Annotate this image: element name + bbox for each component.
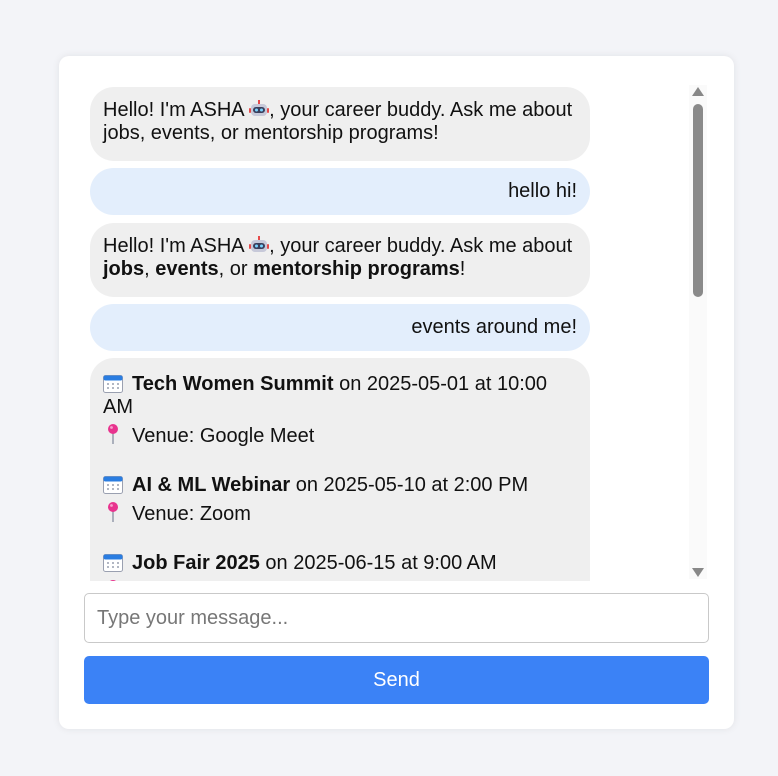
message-text: , [144,258,156,280]
calendar-icon [103,554,123,572]
message-text: events around me! [411,316,577,338]
calendar-icon [103,375,123,393]
scroll-up-arrow-icon[interactable] [692,87,704,96]
message-text: , your career buddy. Ask me about [269,235,573,257]
pin-icon [110,580,116,581]
event-venue-row: Venue: Google Meet [103,423,577,448]
event-when: on 2025-05-10 at 2:00 PM [290,474,529,496]
event-item: Job Fair 2025 on 2025-06-15 at 9:00 AM [103,552,577,575]
event-item: AI & ML Webinar on 2025-05-10 at 2:00 PM [103,474,577,497]
bot-message: Hello! I'm ASHA , your career buddy. Ask… [90,223,590,297]
event-title: AI & ML Webinar [132,474,291,496]
message-input[interactable] [84,593,709,643]
pin-icon [108,424,118,444]
event-venue: Venue: Google Meet [132,425,315,447]
bot-events-message: Tech Women Summit on 2025-05-01 at 10:00… [90,358,590,581]
user-message: events around me! [90,304,590,351]
robot-icon [249,236,270,252]
message-text: Hello! I'm ASHA [103,99,250,121]
event-title: Tech Women Summit [132,373,334,395]
message-text: hello hi! [508,180,577,202]
event-venue-row [103,579,577,581]
calendar-icon [103,476,123,494]
event-title: Job Fair 2025 [132,552,260,574]
keyword-events: events [155,258,219,280]
robot-icon [249,100,270,116]
bot-message: Hello! I'm ASHA , your career buddy. Ask… [90,87,590,161]
message-text: , or [218,258,254,280]
pin-icon [108,502,118,522]
event-venue-row: Venue: Zoom [103,501,577,526]
scroll-down-arrow-icon[interactable] [692,568,704,577]
event-venue: Venue: Zoom [132,503,251,525]
send-button[interactable]: Send [84,656,709,704]
chat-messages: Hello! I'm ASHA , your career buddy. Ask… [90,87,690,581]
message-text: ! [459,258,466,280]
keyword-jobs: jobs [103,258,145,280]
message-text: Hello! I'm ASHA [103,235,250,257]
event-when: on 2025-06-15 at 9:00 AM [259,552,497,574]
scroll-thumb[interactable] [693,104,703,297]
event-item: Tech Women Summit on 2025-05-01 at 10:00… [103,373,577,419]
chat-scrollbar[interactable] [689,85,707,579]
keyword-mentorship: mentorship programs [253,258,460,280]
chat-card: Hello! I'm ASHA , your career buddy. Ask… [59,56,734,729]
user-message: hello hi! [90,168,590,215]
